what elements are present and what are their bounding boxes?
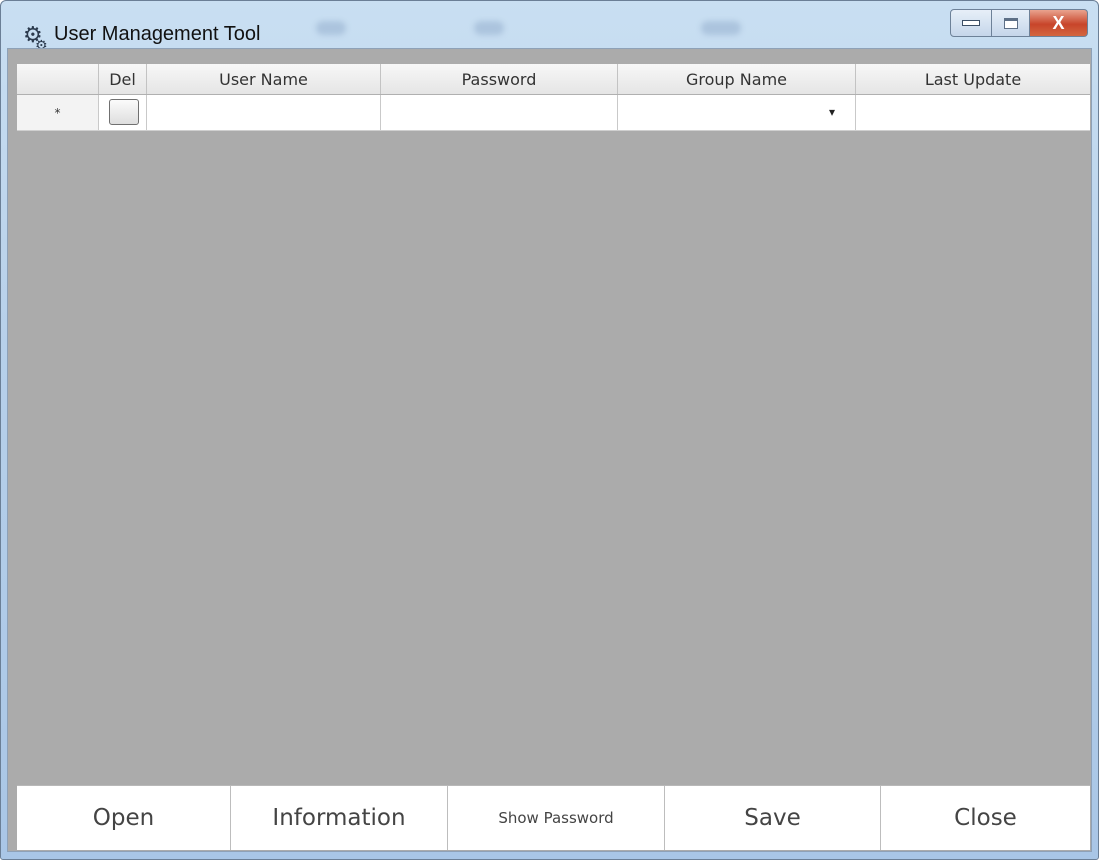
- row-header-column: [17, 64, 99, 94]
- password-input[interactable]: [381, 95, 618, 130]
- open-button[interactable]: Open: [17, 786, 231, 850]
- window-title: User Management Tool: [54, 23, 261, 45]
- close-window-button[interactable]: X: [1030, 9, 1088, 37]
- maximize-icon: [1003, 17, 1018, 29]
- title-bar[interactable]: ⚙ ⚙ User Management Tool X: [1, 1, 1098, 54]
- user-name-input[interactable]: [147, 95, 381, 130]
- column-del[interactable]: Del: [99, 64, 147, 94]
- close-icon: X: [1052, 12, 1065, 33]
- minimize-icon: [962, 20, 980, 26]
- new-row-marker: *: [17, 95, 99, 130]
- del-cell: [99, 95, 147, 130]
- window-controls: X: [950, 9, 1088, 39]
- table-row-new: * ▾: [17, 95, 1090, 131]
- minimize-button[interactable]: [950, 9, 992, 37]
- button-bar: Open Information Show Password Save Clos…: [17, 785, 1090, 850]
- delete-checkbox[interactable]: [109, 99, 139, 125]
- column-password[interactable]: Password: [381, 64, 618, 94]
- column-group-name[interactable]: Group Name: [618, 64, 856, 94]
- maximize-button[interactable]: [992, 9, 1030, 37]
- information-button[interactable]: Information: [231, 786, 448, 850]
- save-button[interactable]: Save: [665, 786, 881, 850]
- show-password-button[interactable]: Show Password: [448, 786, 665, 850]
- group-name-select[interactable]: ▾: [618, 95, 856, 130]
- close-button[interactable]: Close: [881, 786, 1090, 850]
- column-last-update[interactable]: Last Update: [856, 64, 1090, 94]
- column-user-name[interactable]: User Name: [147, 64, 381, 94]
- gears-icon: ⚙ ⚙: [23, 23, 48, 54]
- grid-header: Del User Name Password Group Name Last U…: [17, 64, 1090, 95]
- last-update-cell: [856, 95, 1090, 130]
- dropdown-arrow-icon[interactable]: ▾: [829, 105, 835, 119]
- grid-area: [7, 48, 1092, 852]
